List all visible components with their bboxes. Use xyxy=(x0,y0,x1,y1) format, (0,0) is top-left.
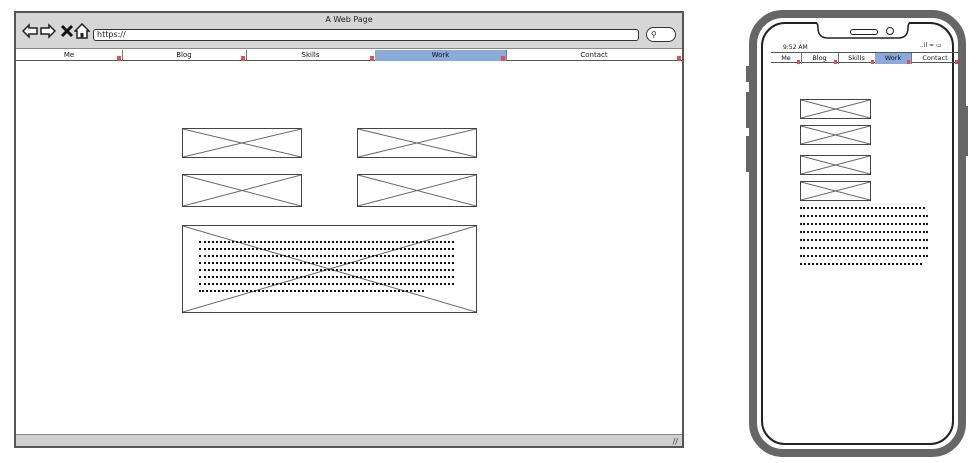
desktop-nav-bar: Me Blog Skills Work Contact xyxy=(16,50,682,61)
home-icon[interactable] xyxy=(73,22,91,39)
text-scribble-line xyxy=(800,231,928,236)
image-placeholder xyxy=(800,99,871,119)
close-icon[interactable] xyxy=(59,23,75,39)
text-scribble-line xyxy=(199,290,424,295)
text-scribble-line xyxy=(800,207,925,212)
search-box[interactable]: ⚲ xyxy=(646,27,676,42)
text-scribble-line xyxy=(199,262,454,267)
browser-status-bar: // xyxy=(16,434,682,446)
phone-speaker xyxy=(850,29,878,35)
back-arrow-icon[interactable] xyxy=(21,23,38,39)
nav-item-me[interactable]: Me xyxy=(16,50,123,61)
phone-frame: 9:52 AM ..il ≈ ▭ Me Blog Skills Work Con… xyxy=(749,10,966,457)
text-scribble-line xyxy=(199,248,454,253)
phone-camera-icon xyxy=(886,27,894,35)
text-scribble-line xyxy=(199,255,454,260)
phone-nav-item-me[interactable]: Me xyxy=(771,53,802,64)
phone-nav-item-blog[interactable]: Blog xyxy=(801,53,839,64)
text-scribble-line xyxy=(800,223,928,228)
phone-nav-item-contact[interactable]: Contact xyxy=(911,53,959,64)
text-scribble-line xyxy=(199,241,454,246)
text-scribble-line xyxy=(800,263,922,268)
phone-text-block xyxy=(800,207,930,273)
text-scribble-line xyxy=(800,255,928,260)
text-scribble-line xyxy=(199,276,454,281)
image-placeholder xyxy=(800,125,871,145)
phone-nav-item-skills[interactable]: Skills xyxy=(838,53,876,64)
window-title: A Web Page xyxy=(325,15,373,24)
image-placeholder xyxy=(182,174,302,207)
text-scribble-line xyxy=(199,283,454,288)
text-scribble-line xyxy=(800,247,928,252)
forward-arrow-icon[interactable] xyxy=(40,23,57,39)
phone-clock: 9:52 AM xyxy=(783,44,808,51)
image-placeholder xyxy=(800,155,871,175)
phone-nav-bar: Me Blog Skills Work Contact xyxy=(771,52,959,64)
nav-item-work[interactable]: Work xyxy=(375,50,507,61)
text-scribble-line xyxy=(199,269,454,274)
search-icon: ⚲ xyxy=(651,30,657,39)
nav-item-skills[interactable]: Skills xyxy=(246,50,376,61)
nav-item-blog[interactable]: Blog xyxy=(122,50,247,61)
resize-grip-icon[interactable]: // xyxy=(673,437,678,446)
text-scribble-line xyxy=(800,215,928,220)
image-placeholder xyxy=(182,128,302,158)
text-scribble-line xyxy=(800,239,928,244)
browser-titlebar: A Web Page https:// ⚲ xyxy=(16,13,682,49)
nav-item-contact[interactable]: Contact xyxy=(506,50,682,61)
signal-wifi-battery-icon: ..il ≈ ▭ xyxy=(920,42,942,49)
image-placeholder xyxy=(357,174,477,207)
image-placeholder xyxy=(800,181,871,201)
image-placeholder xyxy=(357,128,477,158)
text-block-placeholder xyxy=(182,225,477,313)
phone-nav-item-work[interactable]: Work xyxy=(875,53,912,64)
url-input[interactable]: https:// xyxy=(93,29,639,41)
desktop-browser-window: A Web Page https:// ⚲ Me Blog Skills Wor… xyxy=(14,11,684,448)
